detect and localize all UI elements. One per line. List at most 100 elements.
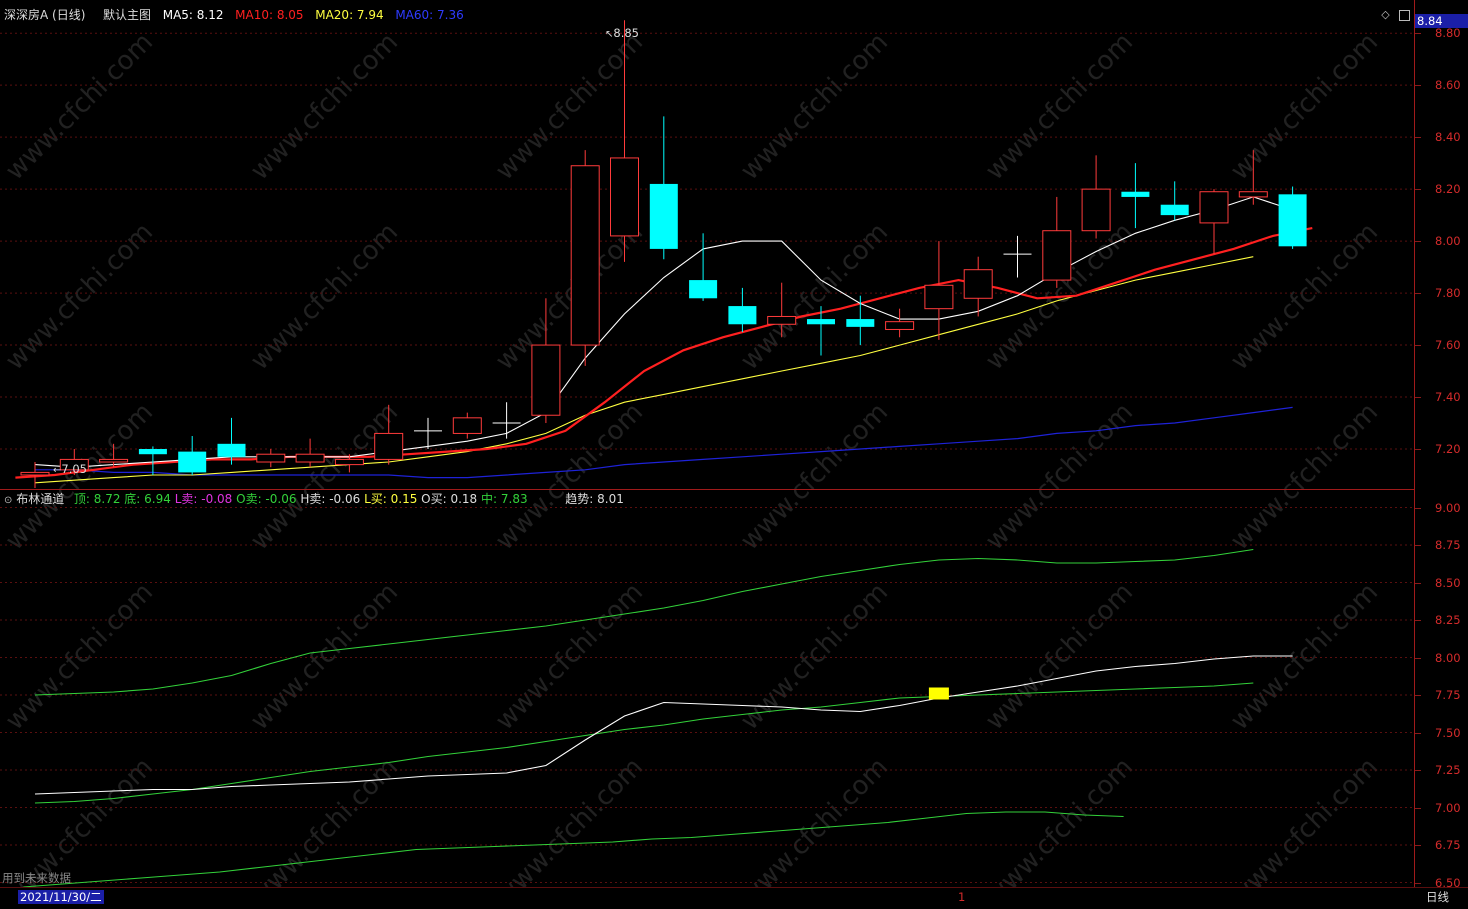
price-tick-mark [1415,85,1421,87]
price-tick-mark [1415,397,1421,399]
indicator-tick-label: 7.00 [1435,800,1461,815]
indicator-name[interactable]: 布林通道 [16,492,64,506]
price-tick-mark [1415,189,1421,191]
indicator-tick-label: 8.00 [1435,650,1461,665]
l-sell: L卖: -0.08 [174,492,233,506]
ma60-line [35,406,1293,479]
candle-up [531,344,561,416]
candle-up [1238,191,1268,198]
candle-up [20,471,50,476]
price-tick-mark [1415,241,1421,243]
boll-top: 顶: 8.72 [73,492,121,506]
diamond-icon[interactable]: ◇ [1380,9,1391,20]
candle-down [1121,191,1150,197]
price-tick-label: 7.80 [1435,286,1461,301]
candle-up [924,284,954,310]
candle-up [99,458,129,463]
price-tick-label: 8.00 [1435,234,1461,249]
candle-up [767,315,797,325]
price-tick-mark [1415,137,1421,139]
candle-up [1081,188,1111,232]
ma10-line [15,227,1313,479]
candle-down [728,306,757,325]
indicator-tick-label: 7.50 [1435,725,1461,740]
price-tick-label: 7.40 [1435,390,1461,405]
price-tick-label: 7.60 [1435,338,1461,353]
indicator-tick-mark [1415,770,1421,771]
candle-up [1199,191,1229,224]
candle-up [610,157,639,237]
indicator-tick-label: 8.25 [1435,613,1461,627]
indicator-tick-label: 8.50 [1435,575,1461,590]
price-tick-mark [1415,345,1421,347]
high-price-label: ↖8.85 [605,26,639,40]
trend-value: 趋势: 8.01 [565,492,624,506]
panel-divider [0,489,1415,490]
indicator-tick-label: 7.25 [1435,763,1461,777]
candle-up [1042,230,1072,281]
boll-mid: 中: 7.83 [481,492,528,506]
boll-mid-line [34,682,1254,804]
price-tick-label: 8.40 [1435,130,1461,145]
ma20-value: MA20: 7.94 [315,8,384,22]
candle-down [138,449,167,455]
h-sell: H卖: -0.06 [300,492,361,506]
candle-up [374,432,404,460]
circle-icon[interactable]: ⊙ [4,495,12,506]
candle-up [256,453,286,463]
candle-down [649,183,678,249]
candle-up [295,453,325,463]
o-sell: O卖: -0.06 [236,492,297,506]
main-chart-label[interactable]: 默认主图 [103,8,151,22]
candle-down [846,319,875,327]
indicator-tick-mark [1415,695,1421,696]
candle-up [885,321,915,330]
indicator-tick-label: 7.75 [1435,688,1461,702]
candle-down [807,319,835,325]
indicator-tick-label: 8.75 [1435,538,1461,552]
candle-up [452,417,482,434]
candle-up [334,458,364,466]
candle-up [570,165,600,346]
future-data-note: 用到未来数据 [2,871,71,885]
indicator-tick-mark [1415,545,1421,546]
ma10-value: MA10: 8.05 [235,8,304,22]
main-legend: 深深房A (日线) 默认主图 MA5: 8.12 MA10: 8.05 MA20… [4,8,464,22]
indicator-tick-mark [1415,582,1421,584]
candle-down [217,443,246,457]
price-tick-label: 7.20 [1435,442,1461,457]
indicator-tick-mark [1415,620,1421,621]
candle-down [689,280,718,299]
l-buy: L买: 0.15 [364,492,418,506]
kline-chart[interactable] [0,0,1415,890]
ma5-value: MA5: 8.12 [162,8,224,22]
price-tick-mark [1415,293,1421,295]
indicator-tick-mark [1415,845,1421,846]
low-price-label: ←7.05 [53,462,87,476]
price-tick-label: 8.20 [1435,182,1461,197]
indicator-tick-mark [1415,807,1421,809]
candle-down [1278,194,1307,247]
price-tick-mark [1415,449,1421,451]
date-cursor[interactable]: 2021/11/30/二 [18,890,104,904]
axis-divider [1414,0,1415,890]
boll-bottom: 底: 6.94 [124,492,171,506]
time-marker: 1 [958,890,966,904]
price-tick-mark [1415,33,1421,35]
price-tick-label: 8.80 [1435,26,1461,41]
stock-title[interactable]: 深深房A (日线) [4,8,85,22]
panel-icon[interactable] [1399,10,1410,21]
candle-up [963,269,993,299]
indicator-tick-mark [1415,732,1421,734]
o-buy: O买: 0.18 [421,492,478,506]
period-label[interactable]: 日线 [1426,890,1449,904]
price-tick-label: 8.60 [1435,78,1461,93]
indicator-tick-mark [1415,657,1421,659]
indicator-tick-mark [1415,882,1421,884]
indicator-legend: ⊙ 布林通道 顶: 8.72 底: 6.94 L卖: -0.08 O卖: -0.… [4,492,624,508]
indicator-tick-label: 9.00 [1435,500,1461,515]
indicator-tick-label: 6.75 [1435,838,1461,852]
time-axis-bar: 2021/11/30/二 1 日线 [0,887,1468,909]
ma60-value: MA60: 7.36 [395,8,464,22]
candle-down [178,451,207,473]
